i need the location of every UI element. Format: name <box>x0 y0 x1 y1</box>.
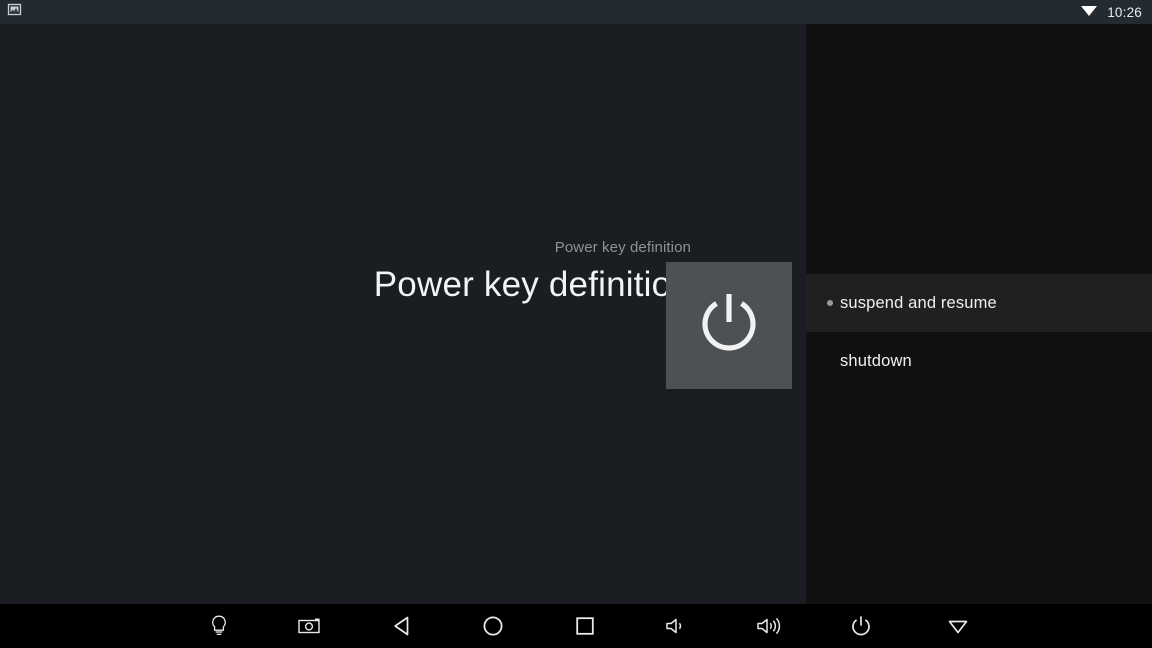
wifi-icon <box>1080 3 1098 22</box>
recents-square-icon <box>573 614 597 638</box>
options-pane: suspend and resume shutdown <box>806 24 1152 604</box>
status-bar: 10:26 <box>0 0 1152 24</box>
settings-detail-pane: Power key definition Power key definitio… <box>0 24 806 604</box>
power-icon <box>690 284 768 367</box>
screenshot-button[interactable] <box>288 604 332 648</box>
lightbulb-icon <box>208 614 230 638</box>
hide-navbar-button[interactable] <box>936 604 980 648</box>
device-screen: 10:26 Power key definition Power key def… <box>0 0 1152 648</box>
screenshot-image-icon <box>7 2 22 22</box>
status-bar-clock: 10:26 <box>1107 4 1142 20</box>
power-button[interactable] <box>839 604 883 648</box>
back-triangle-icon <box>391 614 413 638</box>
home-button[interactable] <box>471 604 515 648</box>
power-key-tile <box>666 262 792 389</box>
content-area: Power key definition Power key definitio… <box>0 24 1152 604</box>
status-bar-right-icons: 10:26 <box>1080 3 1142 22</box>
option-row[interactable]: suspend and resume <box>806 274 1152 332</box>
selected-bullet-icon <box>827 300 833 306</box>
chevron-down-icon <box>945 615 971 637</box>
camera-icon <box>297 616 323 636</box>
volume-up-icon <box>755 615 783 637</box>
option-label: suspend and resume <box>840 293 997 312</box>
navigation-bar <box>0 604 1152 648</box>
option-row[interactable]: shutdown <box>806 332 1152 390</box>
power-key-option-list: suspend and resume shutdown <box>806 274 1152 390</box>
header-block: Power key definition Power key definitio… <box>374 238 691 310</box>
recents-button[interactable] <box>563 604 607 648</box>
home-circle-icon <box>481 614 505 638</box>
volume-down-button[interactable] <box>655 604 699 648</box>
volume-down-icon <box>664 615 690 637</box>
volume-up-button[interactable] <box>747 604 791 648</box>
power-icon <box>849 614 873 638</box>
page-title: Power key definition <box>373 265 691 304</box>
option-label: shutdown <box>840 351 912 370</box>
status-bar-left-icons <box>7 2 22 22</box>
lightbulb-button[interactable] <box>197 604 241 648</box>
page-subtitle: Power key definition <box>554 239 691 256</box>
back-button[interactable] <box>380 604 424 648</box>
